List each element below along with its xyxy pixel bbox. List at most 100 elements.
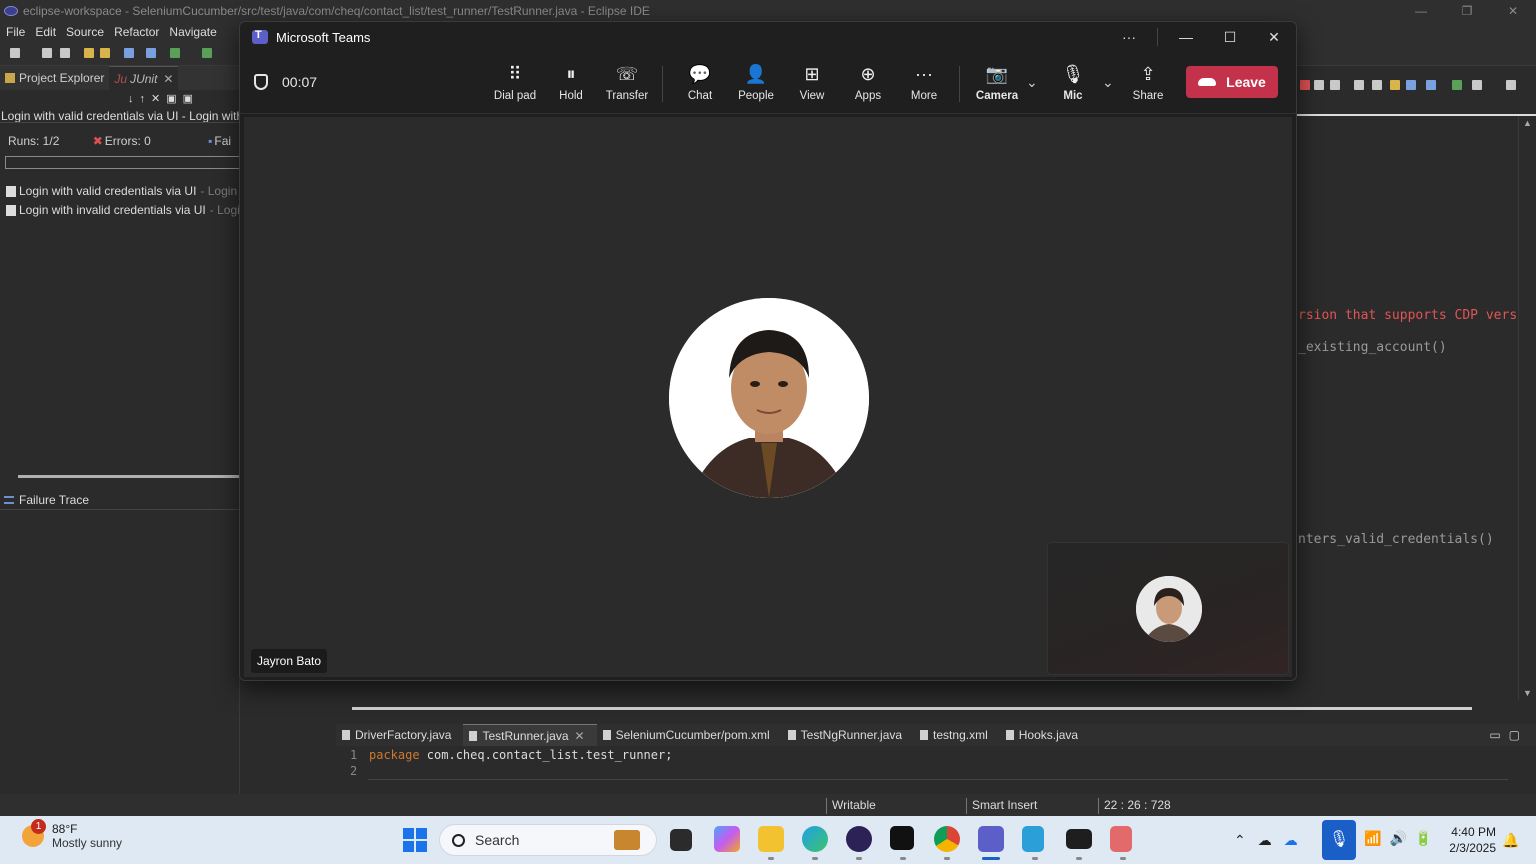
tab-pom[interactable]: SeleniumCucumber/pom.xml: [597, 724, 782, 746]
leave-call-button[interactable]: Leave: [1186, 66, 1278, 98]
restore-icon[interactable]: ❐: [1444, 0, 1490, 22]
display-alt-icon[interactable]: [1426, 80, 1436, 90]
add-app-icon: ⊕: [860, 64, 876, 84]
terminal-icon[interactable]: [124, 48, 134, 58]
show-hidden-icons-chevron-icon[interactable]: ⌃: [1234, 832, 1246, 849]
code-editor[interactable]: 1 package com.cheq.contact_list.test_run…: [336, 746, 1508, 780]
notification-bell-icon[interactable]: 🔔: [1502, 832, 1519, 849]
share-button[interactable]: ⇪ Share: [1120, 62, 1176, 108]
lock-icon[interactable]: [1390, 80, 1400, 90]
running-indicator: [768, 857, 774, 860]
network-volume-battery[interactable]: 📶🔊🔋: [1364, 830, 1440, 847]
undo-icon[interactable]: [84, 48, 94, 58]
menu-edit[interactable]: Edit: [35, 25, 56, 39]
remove-all-icon[interactable]: [1330, 80, 1340, 90]
test-item[interactable]: Login with invalid credentials via UI - …: [6, 203, 240, 217]
microphone-icon: 🎙: [1061, 64, 1085, 84]
taskbar-clock[interactable]: 4:40 PM 2/3/2025: [1436, 824, 1496, 856]
weather-temperature: 88°F: [52, 822, 78, 836]
run-icon[interactable]: [202, 48, 212, 58]
tab-testngrunner[interactable]: TestNgRunner.java: [782, 724, 914, 746]
tab-testng-xml[interactable]: testng.xml: [914, 724, 1000, 746]
save-icon[interactable]: [42, 48, 52, 58]
divider: [1157, 28, 1158, 46]
taskbar-search[interactable]: Search: [439, 824, 657, 856]
snipping-tool-icon[interactable]: [1110, 826, 1132, 852]
close-icon[interactable]: ✕: [1252, 29, 1296, 46]
people-button[interactable]: 👤 People: [728, 62, 784, 108]
tab-junit[interactable]: Ju JUnit ✕: [109, 66, 179, 90]
camera-options-chevron-icon[interactable]: ⌄: [1026, 74, 1038, 91]
eclipse-app-icon[interactable]: [846, 826, 872, 852]
tab-testrunner[interactable]: TestRunner.java ✕: [463, 724, 597, 746]
view-controls[interactable]: ▭▢: [1489, 728, 1528, 742]
redo-icon[interactable]: [100, 48, 110, 58]
dialpad-button[interactable]: ⠿ Dial pad: [487, 62, 543, 108]
sash-divider[interactable]: [18, 475, 240, 478]
minimize-icon[interactable]: —: [1398, 0, 1444, 22]
notification-badge: 1: [31, 819, 46, 834]
junit-toolbar[interactable]: ↓↑✕▣▣: [128, 92, 199, 105]
debug-icon[interactable]: [170, 48, 180, 58]
editor-toolbar: [1296, 76, 1536, 96]
scroll-up-icon[interactable]: ▲: [1523, 118, 1532, 128]
menu-refactor[interactable]: Refactor: [114, 25, 159, 39]
notepad-icon[interactable]: [1022, 826, 1044, 852]
onedrive-icon[interactable]: ☁: [1258, 832, 1272, 849]
view-button[interactable]: ⊞ View: [784, 62, 840, 108]
microphone-in-use-icon[interactable]: 🎙: [1322, 820, 1356, 860]
close-icon[interactable]: ✕: [575, 729, 585, 743]
self-view-tile[interactable]: [1047, 542, 1289, 675]
stop-icon[interactable]: [1300, 80, 1310, 90]
close-icon[interactable]: ✕: [163, 72, 173, 86]
test-item[interactable]: Login with valid credentials via UI - Lo…: [6, 184, 240, 198]
horizontal-scrollbar[interactable]: [352, 707, 1472, 710]
menu-source[interactable]: Source: [66, 25, 104, 39]
tab-project-explorer[interactable]: Project Explorer: [0, 66, 109, 90]
camera-button[interactable]: 📷 Camera: [969, 62, 1025, 108]
console-view-icon[interactable]: [1472, 80, 1482, 90]
terminal-app-icon[interactable]: [1066, 829, 1092, 849]
minimize-icon[interactable]: —: [1164, 29, 1208, 45]
tab-hooks[interactable]: Hooks.java: [1000, 724, 1090, 746]
mic-button[interactable]: 🎙 Mic: [1045, 62, 1101, 108]
weather-widget[interactable]: 1 88°F Mostly sunny: [22, 819, 122, 850]
tab-project-explorer-label: Project Explorer: [19, 71, 105, 85]
minimize-view-icon[interactable]: [1506, 80, 1516, 90]
status-bar: Writable Smart Insert 22 : 26 : 728: [0, 794, 1536, 816]
new-icon[interactable]: [10, 48, 20, 58]
dialpad-label: Dial pad: [493, 90, 537, 102]
new-console-icon[interactable]: [1452, 80, 1462, 90]
more-options-icon[interactable]: ···: [1107, 29, 1151, 45]
teams-app-icon[interactable]: [978, 826, 1004, 852]
tab-driverfactory[interactable]: DriverFactory.java: [336, 724, 463, 746]
junit-status-text: Login with valid credentials via UI - Lo…: [0, 109, 240, 123]
menu-file[interactable]: File: [6, 25, 25, 39]
intellij-icon[interactable]: [890, 826, 914, 850]
file-explorer-icon[interactable]: [758, 826, 784, 852]
chrome-icon[interactable]: [934, 826, 960, 852]
maximize-icon[interactable]: ☐: [1208, 29, 1252, 46]
task-view-icon[interactable]: [670, 829, 692, 851]
hold-button[interactable]: ⏸ Hold: [543, 62, 599, 108]
open-icon[interactable]: [1354, 80, 1364, 90]
scroll-down-icon[interactable]: ▼: [1523, 688, 1532, 698]
edge-icon[interactable]: [802, 826, 828, 852]
close-icon[interactable]: ✕: [1490, 0, 1536, 22]
editor-horizontal-scrollbar[interactable]: [368, 779, 1508, 792]
display-icon[interactable]: [1406, 80, 1416, 90]
start-button[interactable]: [403, 828, 427, 852]
apps-button[interactable]: ⊕ Apps: [840, 62, 896, 108]
menu-navigate[interactable]: Navigate: [169, 25, 216, 39]
onedrive-blue-icon[interactable]: ☁: [1284, 832, 1298, 849]
remove-icon[interactable]: [1314, 80, 1324, 90]
console-icon[interactable]: [146, 48, 156, 58]
copilot-icon[interactable]: [714, 826, 740, 852]
transfer-button[interactable]: ☏ Transfer: [599, 62, 655, 108]
mic-options-chevron-icon[interactable]: ⌄: [1102, 74, 1114, 91]
more-button[interactable]: ··· More: [896, 62, 952, 108]
pin-icon[interactable]: [1372, 80, 1382, 90]
save-all-icon[interactable]: [60, 48, 70, 58]
vertical-scrollbar[interactable]: ▲ ▼: [1518, 116, 1536, 700]
chat-button[interactable]: 💬 Chat: [672, 62, 728, 108]
